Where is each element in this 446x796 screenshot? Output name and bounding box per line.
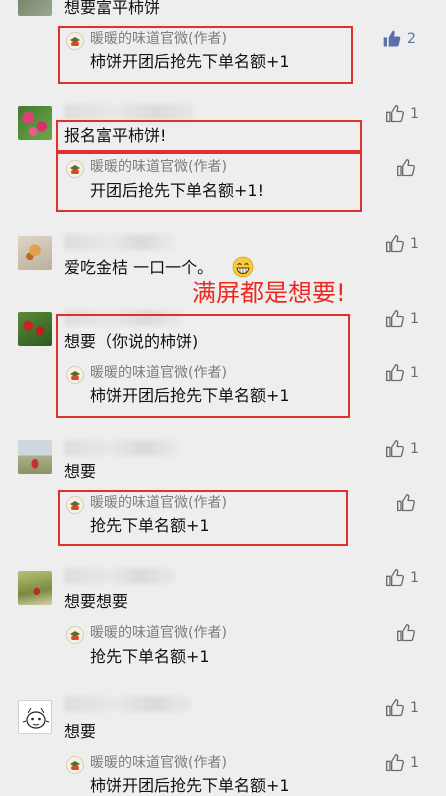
username-blurred: [64, 440, 178, 456]
like-count: 1: [410, 106, 419, 122]
like-button[interactable]: [396, 493, 421, 513]
like-button[interactable]: 2: [382, 29, 416, 49]
reply-author[interactable]: 暖暖的味道官微(作者): [90, 624, 227, 642]
like-count: 1: [410, 755, 419, 771]
comment-text: 想要: [64, 462, 97, 481]
thumbs-up-icon: [397, 494, 415, 512]
author-badge-icon: [66, 626, 84, 644]
like-count: 1: [410, 441, 419, 457]
comment-text: 想要富平柿饼: [64, 0, 161, 17]
like-count: 1: [410, 236, 419, 252]
avatar[interactable]: [18, 312, 52, 346]
reply-author[interactable]: 暖暖的味道官微(作者): [90, 158, 227, 176]
thumbs-up-icon: [386, 569, 404, 587]
like-count: 1: [410, 311, 419, 327]
username-blurred: [64, 234, 174, 250]
avatar[interactable]: [18, 0, 52, 16]
author-badge-icon: [66, 32, 84, 50]
reply-author[interactable]: 暖暖的味道官微(作者): [90, 494, 227, 512]
like-count: 1: [410, 700, 419, 716]
thumbs-up-icon: [386, 235, 404, 253]
like-button[interactable]: [396, 623, 421, 643]
username-blurred: [64, 568, 176, 584]
like-count: 1: [410, 365, 419, 381]
reply-text: 柿饼开团后抢先下单名额+1: [90, 386, 290, 405]
comment-text: 爱吃金桔 一口一个。: [64, 258, 214, 277]
thumbs-up-icon: [397, 159, 415, 177]
thumbs-up-icon: [386, 440, 404, 458]
reply-author[interactable]: 暖暖的味道官微(作者): [90, 754, 227, 772]
comment-text: 想要（你说的柿饼): [64, 332, 199, 351]
thumbs-up-icon: [386, 754, 404, 772]
reply-text: 柿饼开团后抢先下单名额+1: [90, 776, 290, 795]
like-count: 1: [410, 570, 419, 586]
like-count: 2: [407, 31, 416, 47]
author-badge-icon: [66, 366, 84, 384]
author-badge-icon: [66, 756, 84, 774]
like-button[interactable]: 1: [385, 698, 419, 718]
annotation-text: 满屏都是想要!: [192, 279, 346, 307]
thumbs-up-icon: [397, 624, 415, 642]
like-button[interactable]: [396, 158, 421, 178]
thumbs-up-icon: [383, 30, 401, 47]
reply-author[interactable]: 暖暖的味道官微(作者): [90, 30, 227, 48]
avatar[interactable]: [18, 700, 52, 734]
reply-text: 柿饼开团后抢先下单名额+1: [90, 52, 290, 71]
cartoon-avatar-icon: [22, 707, 50, 729]
comment-text: 报名富平柿饼!: [64, 126, 167, 145]
avatar[interactable]: [18, 106, 52, 140]
reply-text: 抢先下单名额+1: [90, 516, 210, 535]
grinning-emoji-icon: [232, 256, 254, 278]
reply-text: 抢先下单名额+1: [90, 647, 210, 666]
avatar[interactable]: [18, 236, 52, 270]
avatar[interactable]: [18, 440, 52, 474]
like-button[interactable]: 1: [385, 234, 419, 254]
like-button[interactable]: 1: [385, 439, 419, 459]
thumbs-up-icon: [386, 364, 404, 382]
author-badge-icon: [66, 160, 84, 178]
like-button[interactable]: 1: [385, 363, 419, 383]
avatar[interactable]: [18, 571, 52, 605]
reply-text: 开团后抢先下单名额+1!: [90, 181, 265, 200]
username-blurred: [64, 696, 192, 712]
comment-text: 想要想要: [64, 592, 129, 611]
like-button[interactable]: 1: [385, 568, 419, 588]
like-button[interactable]: 1: [385, 104, 419, 124]
thumbs-up-icon: [386, 310, 404, 328]
thumbs-up-icon: [386, 105, 404, 123]
like-button[interactable]: 1: [385, 753, 419, 773]
author-badge-icon: [66, 496, 84, 514]
username-blurred: [64, 104, 196, 120]
like-button[interactable]: 1: [385, 309, 419, 329]
comment-text: 想要: [64, 722, 97, 741]
reply-author[interactable]: 暖暖的味道官微(作者): [90, 364, 227, 382]
thumbs-up-icon: [386, 699, 404, 717]
